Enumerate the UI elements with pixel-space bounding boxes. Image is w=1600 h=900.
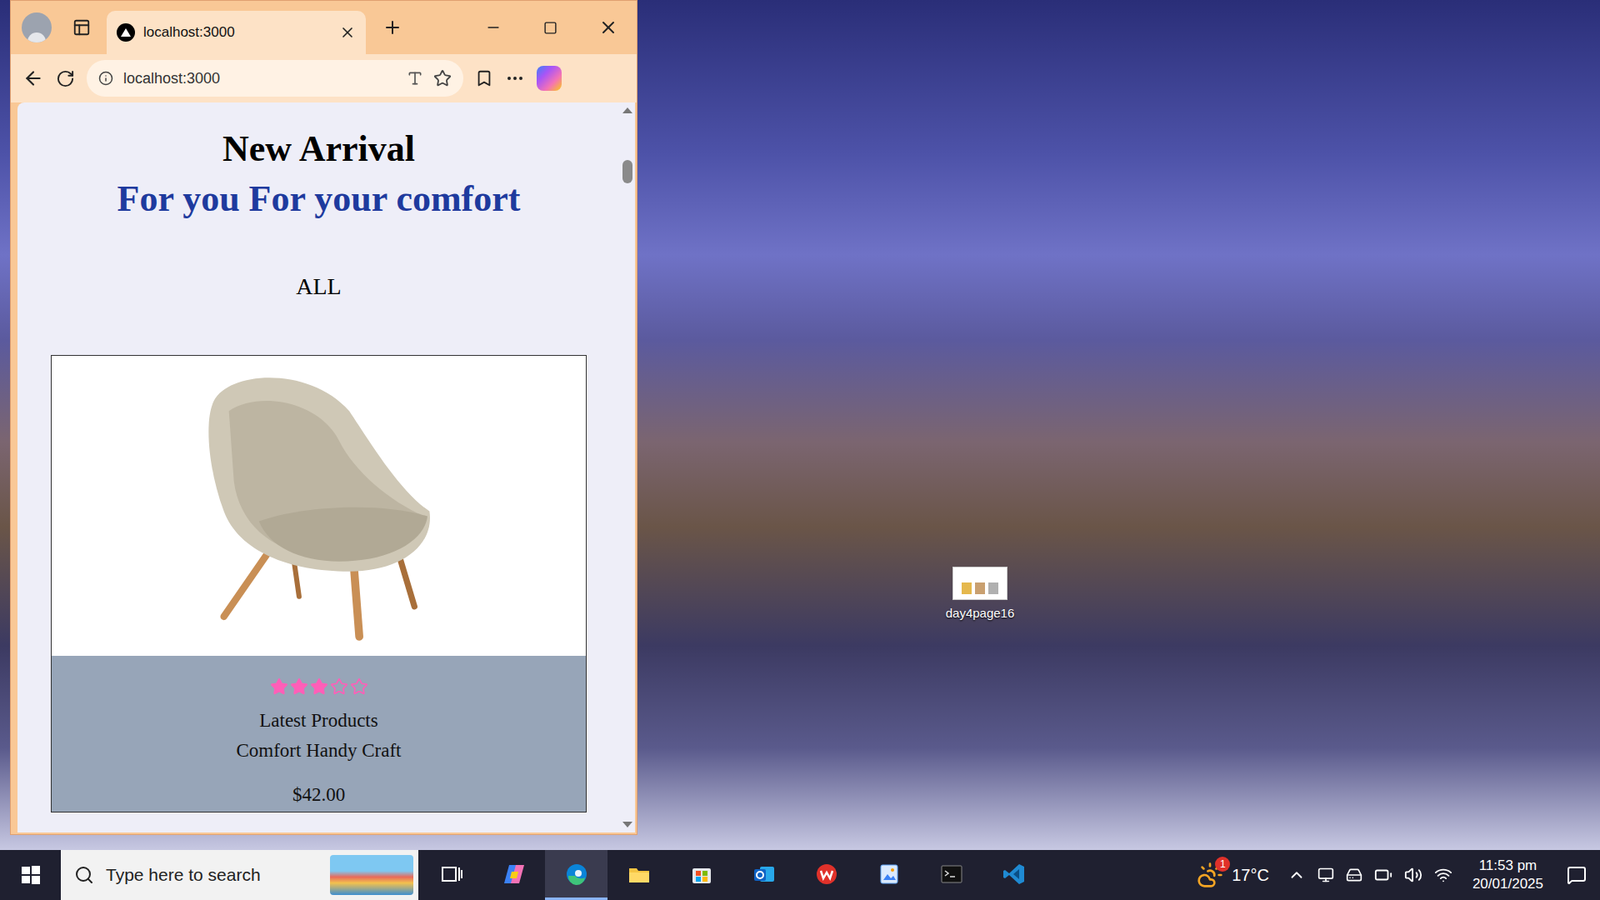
refresh-icon[interactable] xyxy=(55,69,75,89)
site-info-icon[interactable] xyxy=(98,70,114,86)
taskbar-app[interactable] xyxy=(732,850,795,900)
desktop-screen: day4page16 localhost:3000 localhost:3000 Ne… xyxy=(0,0,1600,900)
taskbar-app[interactable] xyxy=(857,850,920,900)
clock[interactable]: 11:53 pm20/01/2025 xyxy=(1462,856,1554,894)
profile-icon[interactable] xyxy=(21,12,52,43)
read-aloud-icon[interactable] xyxy=(406,70,424,87)
taskbar-app[interactable] xyxy=(420,850,483,900)
copilot-icon xyxy=(501,861,527,887)
product-card[interactable]: Latest ProductsComfort Handy Craft $42.00 xyxy=(50,355,587,813)
start-button[interactable] xyxy=(0,850,61,900)
plus-icon xyxy=(382,17,403,38)
back-icon[interactable] xyxy=(22,67,45,90)
outlook-icon xyxy=(751,861,777,887)
taskbar-app[interactable] xyxy=(545,850,608,900)
desktop-icon[interactable]: day4page16 xyxy=(925,566,1035,622)
taskbar-app[interactable] xyxy=(670,850,733,900)
tray-expand-icon[interactable] xyxy=(1287,865,1306,885)
taskbar-app[interactable] xyxy=(607,850,670,900)
taskbar-app[interactable] xyxy=(982,850,1045,900)
file-thumbnail-icon xyxy=(952,566,1008,600)
battery-icon[interactable] xyxy=(1374,865,1393,885)
new-tab-button[interactable] xyxy=(377,12,408,43)
maximize-button[interactable] xyxy=(521,0,580,55)
search-icon xyxy=(74,865,95,885)
product-image xyxy=(51,355,586,656)
page-subheading: For you For your comfort xyxy=(117,177,521,221)
product-name: Comfort Handy Craft xyxy=(235,735,401,766)
taskbar-apps xyxy=(420,850,1045,900)
notification-button[interactable] xyxy=(1553,850,1600,900)
address-text[interactable]: localhost:3000 xyxy=(123,67,397,90)
close-tab-icon[interactable] xyxy=(339,24,356,41)
wifi-icon[interactable] xyxy=(1434,865,1453,885)
more-icon[interactable] xyxy=(505,68,525,89)
wps-icon xyxy=(814,861,840,887)
search-box[interactable]: Type here to search xyxy=(60,850,419,900)
favorite-star-icon[interactable] xyxy=(433,69,452,88)
browser-tab[interactable]: localhost:3000 xyxy=(106,10,366,55)
scroll-down-icon[interactable] xyxy=(622,821,633,828)
image-app-icon xyxy=(876,861,902,887)
notification-icon xyxy=(1566,865,1587,885)
star-icon xyxy=(310,677,329,696)
tab-actions[interactable] xyxy=(66,12,97,43)
taskbar-app[interactable] xyxy=(482,850,545,900)
file-explorer-icon xyxy=(626,861,652,887)
star-icon xyxy=(290,677,309,696)
task-view-icon xyxy=(439,861,465,887)
filter-all[interactable]: ALL xyxy=(295,271,341,302)
weather-badge: 1 xyxy=(1215,856,1230,872)
scrollbar[interactable] xyxy=(620,102,635,833)
store-icon xyxy=(689,861,715,887)
minimize-button[interactable] xyxy=(464,0,522,55)
close-icon xyxy=(598,17,619,38)
address-bar[interactable]: localhost:3000 xyxy=(86,60,464,97)
terminal-icon xyxy=(939,861,965,887)
device-icon[interactable] xyxy=(1317,866,1335,884)
taskbar: Type here to search 117°C 11:53 pm20/01/20… xyxy=(0,850,1600,900)
toolbar: localhost:3000 xyxy=(10,54,637,103)
page-heading: New Arrival xyxy=(222,127,415,171)
minimize-icon xyxy=(485,19,502,36)
taskbar-app[interactable] xyxy=(795,850,858,900)
clock-time: 11:53 pm xyxy=(1479,856,1538,875)
maximize-icon xyxy=(543,20,558,35)
browser-window: localhost:3000 localhost:3000 New Arrival F… xyxy=(10,0,638,835)
favicon-icon xyxy=(116,23,135,42)
favorites-icon[interactable] xyxy=(475,69,494,88)
system-tray xyxy=(1277,865,1463,885)
tab-actions-icon xyxy=(72,18,91,37)
copilot-icon[interactable] xyxy=(536,65,562,91)
scroll-up-icon[interactable] xyxy=(622,107,633,114)
wallpaper: day4page16 localhost:3000 localhost:3000 Ne… xyxy=(0,0,1600,850)
weather-temperature: 17°C xyxy=(1231,862,1270,888)
star-icon xyxy=(270,677,289,696)
clock-date: 20/01/2025 xyxy=(1472,875,1544,894)
windows-logo-icon xyxy=(20,865,41,885)
product-category: Latest Products xyxy=(259,705,378,736)
weather-widget[interactable]: 117°C xyxy=(1186,850,1278,900)
product-price: $42.00 xyxy=(292,780,345,810)
drive-icon[interactable] xyxy=(1345,866,1363,884)
taskbar-app[interactable] xyxy=(920,850,983,900)
star-icon xyxy=(350,677,369,696)
search-placeholder: Type here to search xyxy=(105,861,319,889)
page-viewport: New Arrival For you For your comfort ALL La… xyxy=(17,102,635,833)
chair-image xyxy=(198,370,440,642)
close-button[interactable] xyxy=(579,0,637,55)
desktop-icon-label: day4page16 xyxy=(945,605,1015,622)
scroll-thumb[interactable] xyxy=(622,160,633,184)
edge-icon xyxy=(564,861,590,887)
vscode-icon xyxy=(1001,861,1027,887)
title-bar: localhost:3000 xyxy=(10,0,637,55)
tab-title: localhost:3000 xyxy=(143,21,331,44)
search-highlight-image xyxy=(330,855,414,895)
page-content: New Arrival For you For your comfort ALL La… xyxy=(17,102,620,833)
rating-stars xyxy=(270,677,369,696)
star-icon xyxy=(330,677,349,696)
volume-icon[interactable] xyxy=(1404,865,1423,885)
product-info: Latest ProductsComfort Handy Craft $42.00 xyxy=(51,655,586,812)
